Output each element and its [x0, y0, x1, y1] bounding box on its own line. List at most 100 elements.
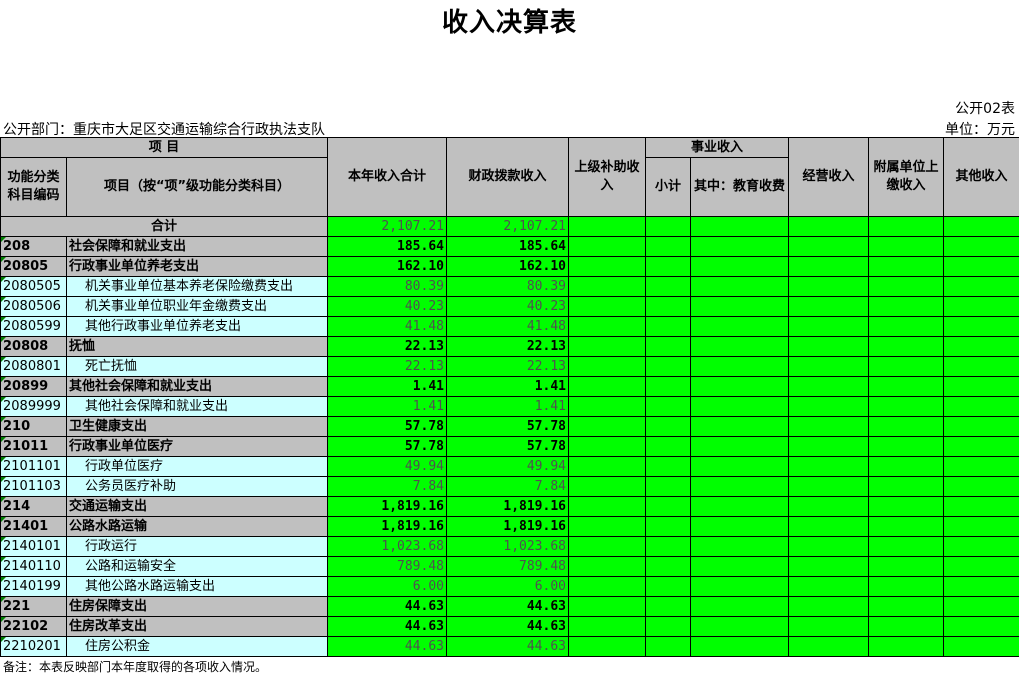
- row-fiscal: 57.78: [446, 416, 569, 437]
- empty-cell: [943, 456, 1019, 477]
- empty-cell: [868, 296, 945, 317]
- empty-cell: [645, 316, 691, 337]
- empty-cell: [943, 496, 1019, 517]
- table-row: 2140101 行政运行 1,023.68 1,023.68: [0, 536, 1019, 557]
- empty-cell: [788, 596, 870, 617]
- footnote: 备注：本表反映部门本年度取得的各项收入情况。: [3, 660, 268, 674]
- empty-cell: [689, 296, 790, 317]
- empty-cell: [568, 456, 646, 477]
- table-row: 2101101 行政单位医疗 49.94 49.94: [0, 456, 1019, 477]
- row-name: 其他社会保障和就业支出: [66, 376, 328, 397]
- row-total-income: 44.63: [327, 636, 447, 657]
- empty-cell: [568, 496, 646, 517]
- empty-cell: [645, 556, 691, 577]
- table-row: 2101103 公务员医疗补助 7.84 7.84: [0, 476, 1019, 497]
- row-code: 21011: [0, 436, 67, 457]
- empty-cell: [689, 416, 790, 437]
- empty-cell: [788, 316, 870, 337]
- row-total-income: 1.41: [327, 376, 447, 397]
- row-total-income: 6.00: [327, 576, 447, 597]
- empty-cell: [788, 416, 870, 437]
- empty-cell: [568, 476, 646, 497]
- empty-cell: [645, 276, 691, 297]
- row-code: 2101101: [0, 456, 67, 477]
- empty-cell: [943, 316, 1019, 337]
- empty-cell: [645, 516, 691, 537]
- empty-cell: [788, 376, 870, 397]
- empty-cell: [645, 536, 691, 557]
- row-total-income: 22.13: [327, 356, 447, 377]
- row-fiscal: 44.63: [446, 616, 569, 637]
- row-total-income: 57.78: [327, 436, 447, 457]
- row-total-income: 57.78: [327, 416, 447, 437]
- empty-cell: [943, 236, 1019, 257]
- empty-cell: [943, 476, 1019, 497]
- row-fiscal: 789.48: [446, 556, 569, 577]
- row-name: 机关事业单位基本养老保险缴费支出: [66, 276, 328, 297]
- row-code: 2080505: [0, 276, 67, 297]
- row-code: 210: [0, 416, 67, 437]
- table-row: 2140110 公路和运输安全 789.48 789.48: [0, 556, 1019, 577]
- row-code: 2080801: [0, 356, 67, 377]
- empty-cell: [645, 376, 691, 397]
- row-code: 2140110: [0, 556, 67, 577]
- empty-cell: [943, 396, 1019, 417]
- row-name: 行政事业单位养老支出: [66, 256, 328, 277]
- table-row: 221 住房保障支出 44.63 44.63: [0, 596, 1019, 617]
- table-row: 214 交通运输支出 1,819.16 1,819.16: [0, 496, 1019, 517]
- empty-cell: [568, 396, 646, 417]
- row-fiscal: 44.63: [446, 636, 569, 657]
- row-total-income: 185.64: [327, 236, 447, 257]
- empty-cell: [689, 356, 790, 377]
- row-code: 20805: [0, 256, 67, 277]
- empty-cell: [788, 436, 870, 457]
- empty-cell: [788, 636, 870, 657]
- empty-cell: [868, 556, 945, 577]
- empty-cell: [689, 436, 790, 457]
- row-code: 214: [0, 496, 67, 517]
- empty-cell: [689, 316, 790, 337]
- empty-cell: [689, 556, 790, 577]
- empty-cell: [943, 536, 1019, 557]
- total-row: 合计 2,107.21 2,107.21: [0, 216, 1019, 237]
- total-label: 合计: [0, 216, 328, 237]
- table-row: 2140199 其他公路水路运输支出 6.00 6.00: [0, 576, 1019, 597]
- empty-cell: [568, 636, 646, 657]
- empty-cell: [568, 236, 646, 257]
- row-fiscal: 162.10: [446, 256, 569, 277]
- row-code: 2080506: [0, 296, 67, 317]
- row-name: 公务员医疗补助: [66, 476, 328, 497]
- table-row: 20899 其他社会保障和就业支出 1.41 1.41: [0, 376, 1019, 397]
- department-label: 公开部门：重庆市大足区交通运输综合行政执法支队: [3, 122, 325, 138]
- row-name: 住房公积金: [66, 636, 328, 657]
- row-total-income: 22.13: [327, 336, 447, 357]
- empty-cell: [689, 536, 790, 557]
- row-name: 社会保障和就业支出: [66, 236, 328, 257]
- table-row: 20805 行政事业单位养老支出 162.10 162.10: [0, 256, 1019, 277]
- row-name: 行政单位医疗: [66, 456, 328, 477]
- page-title: 收入决算表: [441, 8, 577, 38]
- row-code: 2140199: [0, 576, 67, 597]
- empty-cell: [568, 536, 646, 557]
- empty-cell: [788, 496, 870, 517]
- empty-cell: [868, 236, 945, 257]
- empty-cell: [943, 516, 1019, 537]
- row-total-income: 44.63: [327, 616, 447, 637]
- empty-cell: [868, 276, 945, 297]
- row-name: 抚恤: [66, 336, 328, 357]
- empty-cell: [689, 236, 790, 257]
- table-row: 2210201 住房公积金 44.63 44.63: [0, 636, 1019, 657]
- empty-cell: [788, 516, 870, 537]
- header-item: 项 目: [0, 137, 328, 158]
- empty-cell: [568, 276, 646, 297]
- row-code: 20808: [0, 336, 67, 357]
- row-code: 20899: [0, 376, 67, 397]
- empty-cell: [568, 616, 646, 637]
- header-education-fee: 其中：教育收费: [689, 157, 790, 217]
- form-number: 公开02表: [955, 101, 1015, 117]
- row-fiscal: 57.78: [446, 436, 569, 457]
- row-code: 208: [0, 236, 67, 257]
- empty-cell: [868, 496, 945, 517]
- header-superior-subsidy: 上级补助收入: [568, 137, 646, 217]
- row-code: 21401: [0, 516, 67, 537]
